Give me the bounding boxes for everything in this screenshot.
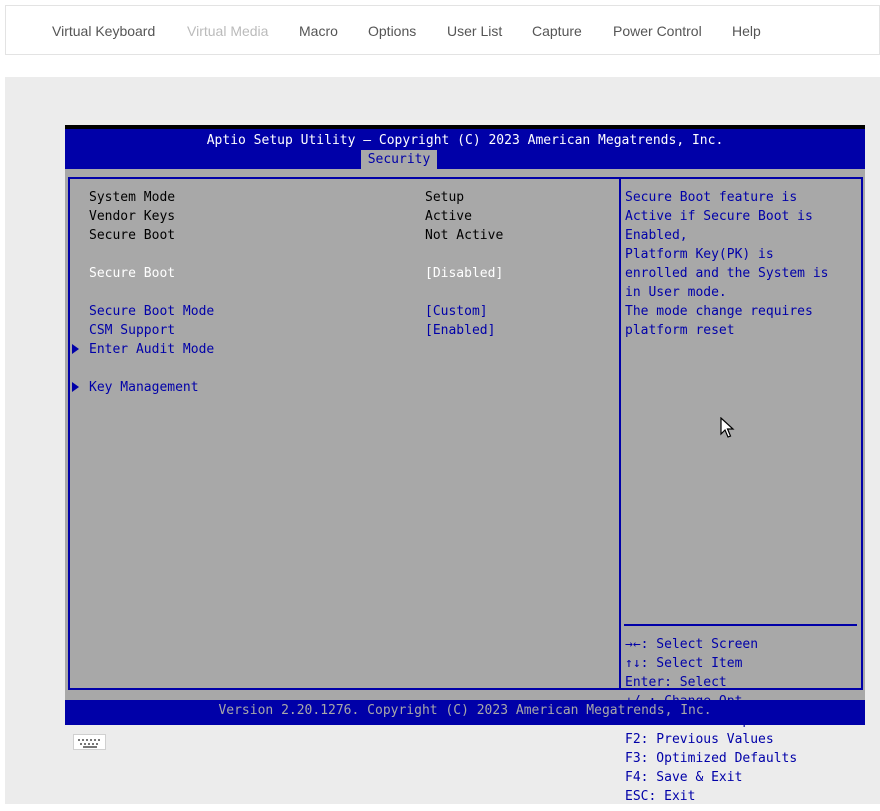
key-legend-save-exit: F4: Save & Exit: [625, 770, 743, 785]
nav-help[interactable]: Help: [732, 23, 761, 39]
bios-screen[interactable]: Aptio Setup Utility – Copyright (C) 2023…: [65, 125, 865, 804]
nav-macro[interactable]: Macro: [299, 23, 338, 39]
vendor-keys-value: Active: [425, 209, 472, 224]
system-mode-label: System Mode: [89, 190, 176, 205]
help-text-line: Secure Boot feature is: [625, 190, 798, 205]
enter-audit-mode-option[interactable]: Enter Audit Mode: [89, 340, 214, 359]
help-text-line: Active if Secure Boot is: [625, 209, 813, 224]
secure-boot-status-value: Not Active: [425, 228, 504, 243]
help-text-line: enrolled and the System is: [625, 266, 829, 281]
help-text-line: platform reset: [625, 323, 735, 338]
submenu-arrow-icon: [72, 382, 79, 392]
vendor-keys-label: Vendor Keys: [89, 209, 176, 224]
mouse-cursor-icon: [720, 417, 735, 438]
bios-top-border: [65, 125, 865, 129]
help-text-line: in User mode.: [625, 285, 727, 300]
csm-support-value[interactable]: [Enabled]: [425, 321, 495, 340]
key-legend-previous-values: F2: Previous Values: [625, 732, 774, 747]
submenu-arrow-icon: [72, 344, 79, 354]
help-text-line: The mode change requires: [625, 304, 813, 319]
secure-boot-status-label: Secure Boot: [89, 228, 176, 243]
nav-options[interactable]: Options: [368, 23, 416, 39]
tab-security[interactable]: Security: [361, 150, 437, 169]
nav-capture[interactable]: Capture: [532, 23, 582, 39]
key-legend-esc-exit: ESC: Exit: [625, 789, 696, 804]
key-management-option[interactable]: Key Management: [89, 378, 199, 397]
csm-support-option[interactable]: CSM Support: [89, 321, 175, 340]
key-legend-optimized-defaults: F3: Optimized Defaults: [625, 751, 798, 766]
system-mode-value: Setup: [425, 190, 465, 205]
help-text-line: Enabled,: [625, 228, 688, 243]
key-legend-select-screen: →←: Select Screen: [625, 637, 759, 652]
top-navigation-bar: Virtual Keyboard Virtual Media Macro Opt…: [5, 5, 880, 55]
secure-boot-mode-value[interactable]: [Custom]: [425, 302, 488, 321]
nav-virtual-media: Virtual Media: [187, 23, 269, 39]
secure-boot-mode-option[interactable]: Secure Boot Mode: [89, 302, 214, 321]
bios-header-title: Aptio Setup Utility – Copyright (C) 2023…: [206, 133, 724, 148]
bios-body: System Mode Setup Vendor Keys Active Sec…: [65, 169, 865, 804]
nav-power-control[interactable]: Power Control: [613, 23, 702, 39]
help-divider: [624, 624, 857, 626]
keyboard-icon[interactable]: [73, 734, 106, 750]
bios-settings-panel: [68, 177, 621, 690]
nav-user-list[interactable]: User List: [447, 23, 502, 39]
secure-boot-value[interactable]: [Disabled]: [425, 264, 503, 283]
help-text-line: Platform Key(PK) is: [625, 247, 774, 262]
key-legend-select-item: ↑↓: Select Item: [625, 656, 743, 671]
secure-boot-option[interactable]: Secure Boot: [89, 264, 175, 283]
bios-footer-version: Version 2.20.1276. Copyright (C) 2023 Am…: [65, 700, 865, 722]
key-legend-enter: Enter: Select: [625, 675, 727, 690]
nav-virtual-keyboard[interactable]: Virtual Keyboard: [52, 23, 155, 39]
